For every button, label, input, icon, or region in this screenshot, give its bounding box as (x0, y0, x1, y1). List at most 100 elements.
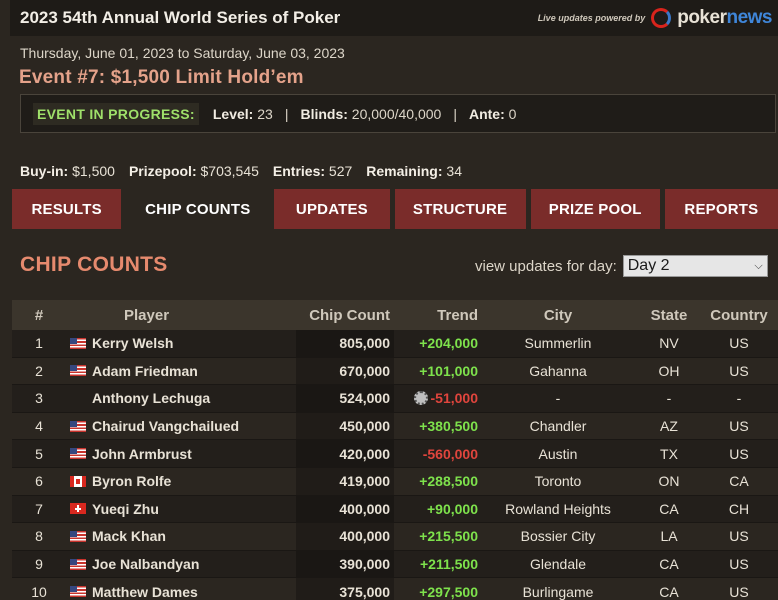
trend-value: +204,000 (419, 335, 478, 352)
chevron-down-icon: ⌵ (754, 259, 763, 272)
chip-count-cell: 400,000 (296, 523, 394, 550)
player-cell: Joe Nalbandyan (66, 556, 296, 572)
tab-prize-pool[interactable]: PRIZE POOL (530, 189, 660, 229)
no-flag (70, 393, 86, 404)
chip-count-cell: 390,000 (296, 550, 394, 578)
player-name-link[interactable]: Mack Khan (92, 528, 166, 544)
trend-value: -51,000 (430, 390, 478, 407)
pokernews-logo: pokernews (677, 7, 772, 28)
country-cell: - (736, 390, 742, 407)
table-row: 8 Mack Khan 400,000 +215,500 Bossier City LA U… (12, 523, 778, 551)
player-name-link[interactable]: Chairud Vangchailued (92, 418, 239, 434)
level-label: Level: (212, 105, 254, 122)
rank-cell: 5 (35, 445, 43, 462)
trend-cell: +90,000 (394, 501, 478, 517)
table-row: 3 Anthony Lechuga 524,000 -51,000 - - - (12, 385, 778, 413)
remaining-value: 34 (446, 163, 462, 179)
chip-count-cell: 450,000 (296, 412, 394, 440)
column-header-player[interactable]: Player (66, 307, 296, 324)
rank-cell: 1 (35, 335, 43, 352)
table-row: 7 Yueqi Zhu 400,000 +90,000 Rowland Heights C… (12, 495, 778, 524)
entries-value: 527 (328, 163, 353, 179)
table-body: 1 Kerry Welsh 805,000 +204,000 Summerlin NV US… (12, 330, 778, 600)
player-cell: Byron Rolfe (66, 473, 296, 489)
player-name-link[interactable]: Kerry Welsh (92, 335, 173, 351)
rank-cell: 8 (35, 528, 43, 545)
player-cell: Chairud Vangchailued (66, 418, 296, 434)
column-header-state[interactable]: State (638, 307, 700, 324)
chip-count-cell: 400,000 (296, 495, 394, 523)
city-cell: Summerlin (524, 335, 592, 352)
player-name-link[interactable]: Byron Rolfe (92, 473, 171, 489)
day-select-value: Day 2 (627, 257, 670, 274)
tab-structure[interactable]: STRUCTURE (394, 189, 526, 229)
tab-updates[interactable]: UPDATES (274, 189, 390, 229)
player-name-link[interactable]: John Armbrust (92, 446, 192, 462)
event-title: Event #7: $1,500 Limit Hold’em (19, 67, 304, 88)
player-cell: Kerry Welsh (66, 335, 296, 351)
day-filter-label: view updates for day: (475, 257, 617, 275)
state-cell: LA (660, 528, 678, 545)
chip-count-cell: 420,000 (296, 440, 394, 467)
rank-cell: 4 (35, 418, 43, 435)
country-cell: US (729, 556, 749, 573)
us-flag-icon (70, 448, 86, 460)
chip-count-cell: 805,000 (296, 330, 394, 357)
trend-value: +288,500 (419, 473, 478, 490)
player-name-link[interactable]: Matthew Dames (92, 584, 198, 600)
player-cell: Anthony Lechuga (66, 390, 296, 406)
column-header-country[interactable]: Country (700, 307, 778, 324)
trend-value: +211,500 (419, 556, 478, 573)
player-name-link[interactable]: Yueqi Zhu (92, 501, 159, 517)
rank-cell: 6 (35, 473, 43, 490)
trend-cell: -51,000 (394, 390, 478, 406)
tab-results[interactable]: RESULTS (12, 189, 122, 229)
city-cell: Rowland Heights (505, 500, 611, 517)
trend-value: +380,500 (419, 418, 478, 435)
player-cell: Mack Khan (66, 528, 296, 544)
tab-reports[interactable]: REPORTS (664, 189, 778, 229)
rank-cell: 10 (31, 583, 47, 600)
table-row: 2 Adam Friedman 670,000 +101,000 Gahanna OH US (12, 357, 778, 386)
state-cell: OH (658, 362, 680, 379)
ca-flag-icon (70, 475, 86, 487)
trend-cell: -560,000 (394, 446, 478, 462)
day-select[interactable]: Day 2 ⌵ (622, 255, 768, 277)
trend-cell: +215,500 (394, 528, 478, 544)
prizepool-label: Prizepool: (128, 163, 197, 179)
status-badge: EVENT IN PROGRESS: (33, 102, 199, 125)
day-filter: view updates for day: Day 2 ⌵ (475, 255, 768, 277)
column-header-rank[interactable]: # (12, 307, 66, 324)
state-cell: NV (659, 335, 679, 352)
us-flag-icon (70, 420, 86, 432)
city-cell: Austin (538, 445, 578, 462)
player-name-link[interactable]: Joe Nalbandyan (92, 556, 199, 572)
table-row: 4 Chairud Vangchailued 450,000 +380,500 Chan… (12, 412, 778, 441)
player-name-link[interactable]: Anthony Lechuga (92, 390, 210, 406)
table-header: # Player Chip Count Trend City State Cou… (12, 300, 778, 330)
pokernews-brand[interactable]: Live updates powered by pokernews (538, 7, 772, 29)
ch-flag-icon (70, 503, 86, 515)
country-cell: US (729, 445, 749, 462)
level-value: 23 (257, 105, 273, 122)
column-header-city[interactable]: City (478, 307, 638, 324)
trend-value: +90,000 (427, 500, 478, 517)
chip-count-cell: 419,000 (296, 467, 394, 495)
separator: | (453, 105, 457, 122)
player-cell: Yueqi Zhu (66, 501, 296, 517)
chip-count-cell: 524,000 (296, 385, 394, 412)
chip-counts-heading: CHIP COUNTS (20, 253, 168, 276)
column-header-chip-count[interactable]: Chip Count (296, 300, 394, 330)
state-cell: AZ (660, 418, 678, 435)
player-name-link[interactable]: Adam Friedman (92, 363, 198, 379)
buyin-label: Buy-in: (20, 163, 69, 179)
trend-cell: +101,000 (394, 363, 478, 379)
brand-tagline: Live updates powered by (537, 13, 646, 23)
trend-cell: +297,500 (394, 584, 478, 600)
entries-label: Entries: (272, 163, 326, 179)
column-header-trend[interactable]: Trend (394, 307, 478, 324)
rank-cell: 3 (35, 390, 43, 407)
country-cell: CA (729, 473, 749, 490)
state-cell: CA (659, 500, 679, 517)
tab-chip-counts[interactable]: CHIP COUNTS (126, 189, 270, 229)
